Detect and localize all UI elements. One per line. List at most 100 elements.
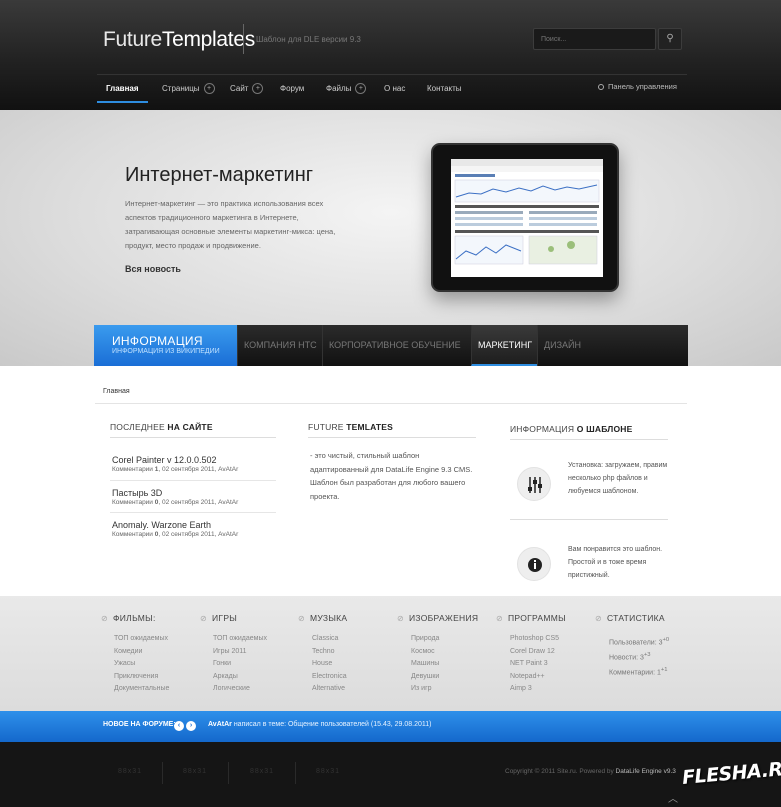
site-logo[interactable]: FutureTemplates (103, 28, 255, 52)
footer-link[interactable]: Photoshop CS5 (510, 635, 559, 642)
nav-item-contacts[interactable]: Контакты (418, 75, 471, 103)
nav-item-files[interactable]: Файлы + (317, 75, 375, 103)
forum-ticker-label: НОВОЕ НА ФОРУМЕ: (103, 721, 176, 728)
divider (295, 762, 296, 784)
footer-link[interactable]: Alternative (312, 685, 345, 692)
tab-info[interactable]: ИНФОРМАЦИЯ ИНФОРМАЦИЯ ИЗ ВИКИПЕДИИ (94, 325, 237, 366)
about-title-a: FUTURE (308, 422, 344, 432)
powered-by-link[interactable]: DataLife Engine v9.3 (616, 768, 676, 775)
footer-link[interactable]: Classica (312, 635, 338, 642)
divider (510, 439, 668, 440)
next-arrow-icon[interactable]: › (186, 721, 196, 731)
circle-arrow-icon: ⊘ (298, 614, 306, 623)
footer-link[interactable]: Notepad++ (510, 673, 545, 680)
info-icon (517, 547, 551, 581)
nav-item-pages[interactable]: Страницы + (153, 75, 224, 103)
circle-arrow-icon: ⊘ (101, 614, 109, 623)
stat-label: Новости: (609, 654, 639, 662)
footer-link[interactable]: Ужасы (114, 660, 135, 667)
footer-col-title-text: ПРОГРАММЫ (508, 613, 566, 623)
stat-delta: +0 (662, 637, 670, 643)
circle-icon (598, 84, 604, 91)
footer-link[interactable]: Логические (213, 685, 250, 692)
footer-col-title-text: ИЗОБРАЖЕНИЯ (409, 613, 479, 623)
nav-item-about[interactable]: О нас (375, 75, 414, 103)
tab-label: КОРПОРАТИВНОЕ ОБУЧЕНИЕ (329, 340, 461, 350)
footer-link[interactable]: Corel Draw 12 (510, 648, 555, 655)
scroll-up-icon[interactable]: ︿ (668, 790, 678, 805)
prev-arrow-icon[interactable]: ‹ (174, 721, 184, 731)
control-panel-link[interactable]: Панель управления (598, 82, 677, 91)
footer-link[interactable]: Комедии (114, 648, 142, 655)
counter-badge[interactable]: 88x31 (173, 768, 217, 778)
news-meta: Комментарии 0, 02 сентября 2011, AvAtAr (112, 499, 238, 506)
footer-link[interactable]: Документальные (114, 685, 169, 692)
search-icon: ⚲ (666, 33, 674, 44)
footer-link[interactable]: NET Paint 3 (510, 660, 548, 667)
control-panel-label: Панель управления (608, 82, 677, 91)
footer-col-title: ⊘ МУЗЫКА (298, 613, 347, 623)
nav-item-site[interactable]: Сайт + (221, 75, 272, 103)
search-input[interactable] (533, 28, 656, 50)
counter-badge[interactable]: 88x31 (306, 768, 350, 778)
expand-icon[interactable]: + (252, 83, 264, 95)
footer-link[interactable]: Aimp 3 (510, 685, 532, 692)
footer-col-title-text: МУЗЫКА (310, 613, 348, 623)
footer-link[interactable]: Машины (411, 660, 439, 667)
footer-link[interactable]: Природа (411, 635, 439, 642)
news-title[interactable]: Corel Painter v 12.0.0.502 (112, 455, 217, 465)
news-title[interactable]: Anomaly. Warzone Earth (112, 520, 211, 530)
tablet-screen (451, 159, 603, 277)
news-meta-label: Комментарии (112, 531, 153, 538)
hero-text: Интернет-маркетинг — это практика исполь… (125, 199, 336, 250)
tab-company[interactable]: КОМПАНИЯ НТС (237, 325, 323, 366)
footer-link[interactable]: Гонки (213, 660, 231, 667)
news-title[interactable]: Пастырь 3D (112, 488, 162, 498)
template-info-title-b: О ШАБЛОНЕ (576, 424, 633, 434)
forum-user: AvAtAr (208, 721, 232, 728)
nav-item-forum[interactable]: Форум (271, 75, 313, 103)
tab-corporate-training[interactable]: КОРПОРАТИВНОЕ ОБУЧЕНИЕ (322, 325, 467, 366)
tab-label: КОМПАНИЯ НТС (244, 340, 317, 350)
counter-badge[interactable]: 88x31 (108, 768, 152, 778)
forum-message[interactable]: AvAtAr написал в теме: Общение пользоват… (208, 721, 431, 728)
copyright-label: Copyright © 2011 Site.ru. Powered by (505, 768, 614, 775)
footer-link[interactable]: Techno (312, 648, 335, 655)
nav-label: Форум (280, 84, 305, 93)
tab-design[interactable]: ДИЗАЙН (537, 325, 587, 366)
tab-marketing[interactable]: МАРКЕТИНГ (471, 325, 539, 366)
expand-icon[interactable]: + (355, 83, 367, 95)
footer-link[interactable]: Игры 2011 (213, 648, 247, 655)
about-title-b: TEMLATES (346, 422, 394, 432)
nav-item-home[interactable]: Главная (97, 75, 148, 103)
nav-label: О нас (384, 84, 406, 93)
stat-comments: Комментарии: 1+1 (609, 667, 668, 676)
hero-read-more-link[interactable]: Вся новость (125, 264, 181, 274)
footer-link[interactable]: Из игр (411, 685, 432, 692)
footer-link[interactable]: Аркады (213, 673, 238, 680)
footer-link[interactable]: ТОП ожидаемых (213, 635, 267, 642)
forum-message-text: написал в теме: Общение пользователей (1… (233, 721, 432, 728)
circle-arrow-icon: ⊘ (200, 614, 208, 623)
tab-info-subtitle: ИНФОРМАЦИЯ ИЗ ВИКИПЕДИИ (112, 348, 220, 355)
footer-link[interactable]: ТОП ожидаемых (114, 635, 168, 642)
nav-label: Страницы (162, 84, 200, 93)
counter-badge[interactable]: 88x31 (240, 768, 284, 778)
divider (110, 437, 276, 438)
footer-link[interactable]: House (312, 660, 332, 667)
nav-label: Файлы (326, 84, 352, 93)
logo-part-b: Templates (161, 28, 255, 51)
footer-link[interactable]: Electronica (312, 673, 347, 680)
footer-link[interactable]: Девушки (411, 673, 439, 680)
expand-icon[interactable]: + (203, 83, 215, 95)
circle-arrow-icon: ⊘ (595, 614, 603, 623)
template-info-text: Установка: загружаем, правим несколько p… (568, 462, 668, 495)
divider (95, 403, 687, 404)
footer-link[interactable]: Приключения (114, 673, 158, 680)
footer-col-title: ⊘ ФИЛЬМЫ: (101, 613, 156, 623)
footer-col-title-text: ИГРЫ (212, 613, 238, 623)
template-info-text: Вам понравится это шаблон. Простой и в т… (568, 546, 663, 579)
breadcrumb[interactable]: Главная (103, 388, 130, 395)
footer-link[interactable]: Космос (411, 648, 435, 655)
search-button[interactable]: ⚲ (658, 28, 682, 50)
